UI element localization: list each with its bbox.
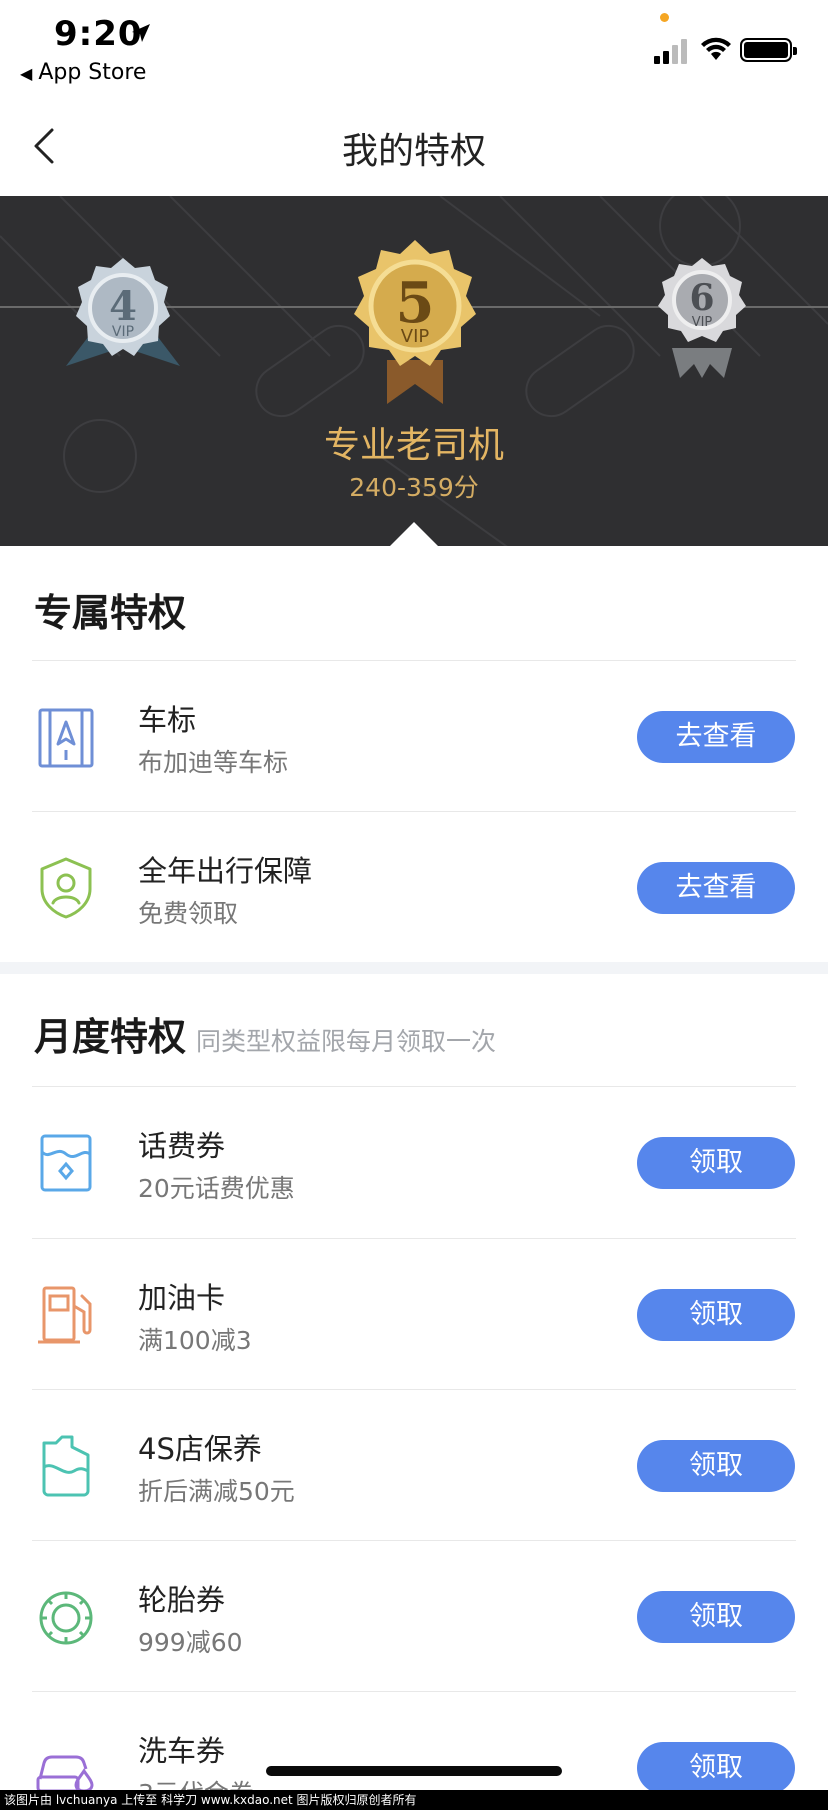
privacy-indicator-dot [660, 13, 669, 22]
fuel-pump-icon [38, 1286, 92, 1344]
monthly-section-subtitle: 同类型权益限每月领取一次 [196, 1027, 497, 1056]
list-item-travel-protection: 全年出行保障 免费领取 去查看 [0, 812, 828, 963]
vip-level-name: 专业老司机 [323, 425, 504, 466]
location-arrow-icon [132, 24, 150, 42]
item-subtitle: 20元话费优惠 [138, 1174, 295, 1203]
back-to-app-store[interactable]: ◀ App Store [20, 60, 146, 85]
list-item-fuel-card: 加油卡 满100减3 领取 [0, 1239, 828, 1390]
exclusive-privileges-section: 专属特权 车标 布加迪等车标 去查看 全年出行保障 免费领取 去查看 [0, 546, 828, 962]
vip-4-label: VIP [112, 324, 134, 340]
vip-6-badge-icon[interactable]: 6 VIP [650, 254, 754, 378]
monthly-section-header: 月度特权 同类型权益限每月领取一次 [34, 1006, 496, 1061]
vip-6-label: VIP [692, 315, 713, 330]
item-title: 轮胎券 [138, 1583, 226, 1617]
claim-car-wash-button[interactable]: 领取 [637, 1742, 795, 1794]
vip-6-number: 6 [689, 277, 714, 319]
back-app-label: App Store [38, 60, 147, 85]
list-item-car-badge: 车标 布加迪等车标 去查看 [0, 661, 828, 812]
monthly-privileges-section: 月度特权 同类型权益限每月领取一次 话费券 20元话费优惠 领取 加油卡 满10… [0, 974, 828, 1810]
list-item-4s-maintenance: 4S店保养 折后满减50元 领取 [0, 1390, 828, 1541]
item-title: 话费券 [138, 1129, 226, 1163]
wifi-icon [701, 37, 731, 60]
vip-level-score-range: 240-359分 [349, 473, 479, 502]
item-title: 车标 [138, 703, 197, 737]
cellular-signal-icon [654, 39, 687, 64]
item-title: 洗车券 [138, 1734, 226, 1768]
phone-bill-icon [40, 1134, 92, 1192]
view-car-badge-button[interactable]: 去查看 [637, 711, 795, 763]
vip-4-badge-icon[interactable]: 4 VIP [58, 254, 188, 374]
vip-5-badge-icon[interactable]: 5 VIP [335, 236, 495, 404]
item-subtitle: 折后满减50元 [138, 1477, 295, 1506]
item-title: 4S店保养 [138, 1432, 262, 1466]
item-title: 加油卡 [138, 1281, 226, 1315]
item-subtitle: 满100减3 [138, 1326, 252, 1355]
watermark-footer: 该图片由 lvchuanya 上传至 科学刀 www.kxdao.net 图片版… [0, 1790, 828, 1810]
oil-can-icon [42, 1435, 90, 1497]
view-travel-protection-button[interactable]: 去查看 [637, 862, 795, 914]
page-title: 我的特权 [341, 131, 486, 172]
shield-person-icon [40, 857, 92, 919]
tire-icon [39, 1591, 93, 1645]
navigation-bar: 我的特权 [0, 92, 828, 196]
status-bar: 9:20 ◀ App Store [0, 0, 828, 92]
list-item-tire-coupon: 轮胎券 999减60 领取 [0, 1541, 828, 1692]
section-separator [0, 962, 828, 974]
back-triangle-icon: ◀ [20, 64, 33, 83]
exclusive-section-header: 专属特权 [34, 582, 186, 637]
item-subtitle: 布加迪等车标 [138, 748, 289, 777]
monthly-section-title: 月度特权 [34, 1015, 187, 1059]
claim-phone-bill-button[interactable]: 领取 [637, 1137, 795, 1189]
battery-icon [740, 38, 797, 62]
vip-level-hero: 4 VIP 5 VIP 6 VIP 专业老司机 240-359分 [0, 196, 828, 546]
item-subtitle: 999减60 [138, 1628, 243, 1657]
claim-tire-coupon-button[interactable]: 领取 [637, 1591, 795, 1643]
home-indicator[interactable] [266, 1766, 562, 1776]
exclusive-section-title: 专属特权 [34, 591, 187, 635]
vip-5-label: VIP [401, 326, 430, 347]
selected-level-pointer [388, 522, 440, 546]
claim-4s-maintenance-button[interactable]: 领取 [637, 1440, 795, 1492]
vip-4-number: 4 [109, 283, 137, 330]
road-navigation-icon [38, 708, 94, 768]
claim-fuel-card-button[interactable]: 领取 [637, 1289, 795, 1341]
item-subtitle: 免费领取 [138, 899, 239, 928]
item-title: 全年出行保障 [138, 854, 313, 888]
list-item-phone-bill-coupon: 话费券 20元话费优惠 领取 [0, 1087, 828, 1238]
